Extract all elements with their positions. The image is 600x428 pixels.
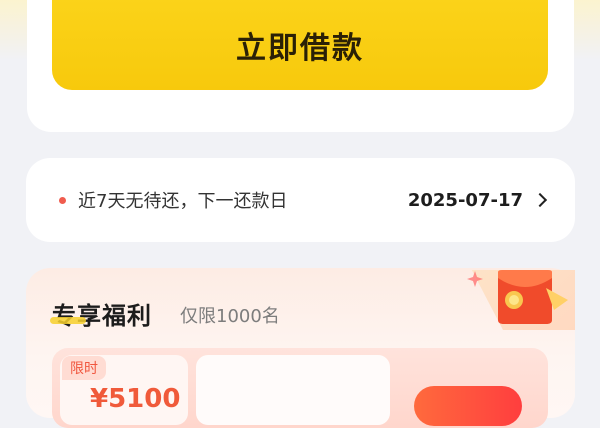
borrow-now-button[interactable]: 立即借款	[52, 0, 548, 90]
coupon-detail-box	[196, 355, 390, 425]
sparkle-icon	[467, 271, 483, 287]
title-highlight	[50, 317, 86, 324]
next-repayment-date: 2025-07-17	[407, 189, 523, 211]
red-envelope-gift-icon	[498, 270, 568, 324]
coupon-amount: ¥5100	[90, 384, 181, 414]
repayment-notice-text: 近7天无待还，下一还款日	[78, 191, 288, 212]
benefits-title: 专享福利	[52, 302, 152, 330]
status-dot	[59, 196, 66, 204]
claim-coupon-button[interactable]	[414, 386, 522, 426]
repayment-reminder-row[interactable]: 近7天无待还，下一还款日 2025-07-17	[26, 158, 575, 242]
limited-time-badge: 限时	[62, 356, 106, 380]
benefits-subtitle: 仅限1000名	[180, 306, 280, 327]
chevron-right-icon	[532, 192, 548, 208]
borrow-now-label: 立即借款	[236, 31, 364, 66]
